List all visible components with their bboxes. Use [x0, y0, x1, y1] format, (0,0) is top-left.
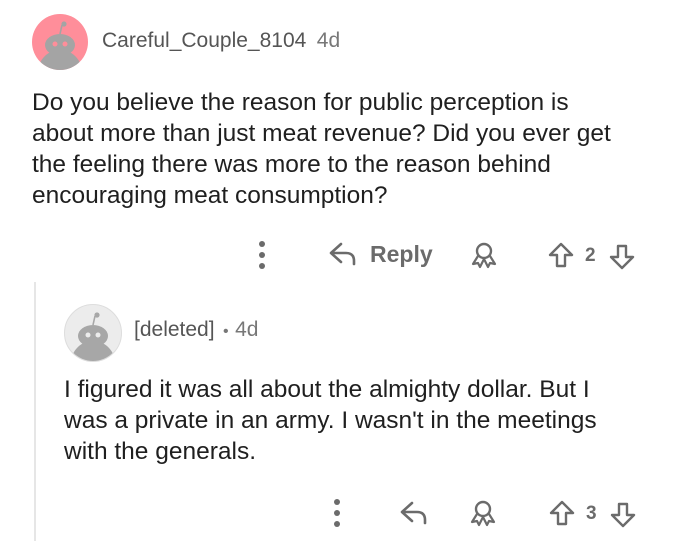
more-options-icon[interactable] [256, 240, 268, 270]
vote-count: 2 [585, 245, 596, 266]
upvote-icon[interactable] [548, 499, 576, 527]
comment-body-line: about more than just meat revenue? Did y… [32, 120, 611, 147]
reply-body-line: was a private in an army. I wasn't in th… [64, 407, 597, 434]
reply-body-line: with the generals. [64, 438, 257, 465]
reply-icon[interactable] [397, 499, 431, 527]
thread-line[interactable] [34, 282, 36, 541]
upvote-icon[interactable] [547, 241, 575, 269]
separator-dot: • [223, 323, 229, 340]
comment-body-line: encouraging meat consumption? [32, 182, 388, 209]
more-options-icon[interactable] [331, 498, 343, 528]
award-icon[interactable] [469, 240, 499, 270]
downvote-icon[interactable] [609, 501, 637, 529]
comment-body-line: the feeling there was more to the reason… [32, 151, 551, 178]
downvote-icon[interactable] [608, 243, 636, 271]
comment-body-line: Do you believe the reason for public per… [32, 89, 569, 116]
snoo-avatar-icon [38, 21, 82, 70]
comment-body: Do you believe the reason for public per… [32, 87, 682, 211]
reply-label: Reply [370, 240, 433, 267]
award-icon[interactable] [468, 498, 498, 528]
reply-user-avatar[interactable] [64, 304, 122, 362]
reply-body: I figured it was all about the almighty … [64, 374, 690, 467]
reply-username[interactable]: [deleted] [134, 318, 215, 341]
comment-age: 4d [316, 29, 341, 52]
reply-body-line: I figured it was all about the almighty … [64, 376, 590, 403]
reply-button[interactable]: Reply [326, 240, 433, 268]
snoo-avatar-icon [71, 312, 115, 361]
vote-count: 3 [586, 503, 597, 524]
reply-icon [329, 242, 356, 266]
user-avatar[interactable] [32, 14, 88, 70]
comment-username[interactable]: Careful_Couple_8104 [102, 29, 306, 52]
reply-age: 4d [235, 318, 259, 341]
